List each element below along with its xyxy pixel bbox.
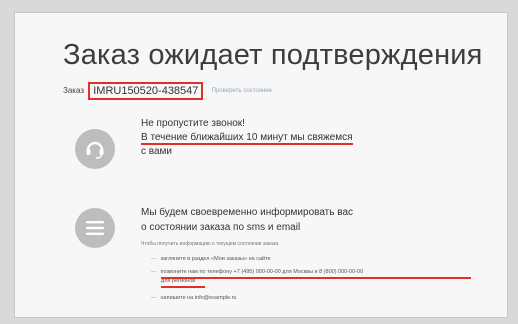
order-confirmation-panel: Заказ ожидает подтверждения Заказ IMRU15… (14, 12, 508, 318)
info-notice-line2: о состоянии заказа по sms и email (141, 222, 301, 233)
call-notice: Не пропустите звонок! В течение ближайши… (141, 117, 353, 159)
info-notice: Мы будем своевременно информировать вас … (141, 205, 471, 235)
info-item-regions: для регионов (161, 278, 196, 284)
order-number: IMRU150520-438547 (88, 82, 204, 100)
info-item-email[interactable]: напишите на info@example.ru (151, 295, 237, 301)
info-note: Чтобы получить информацию о текущем сост… (141, 241, 280, 247)
info-item-phone: позвоните нам по телефону +7 (495) 000-0… (151, 269, 364, 275)
regions-underline (161, 286, 205, 288)
call-notice-line1: Не пропустите звонок! (141, 118, 245, 129)
info-notice-line1: Мы будем своевременно информировать вас (141, 207, 354, 218)
order-info-line: Заказ IMRU150520-438547 Проверить состоя… (63, 82, 272, 100)
call-notice-line2: В течение ближайших 10 минут мы свяжемся (141, 132, 353, 145)
menu-lines-icon (75, 208, 115, 248)
page-title: Заказ ожидает подтверждения (63, 39, 483, 71)
phone-underline (161, 277, 471, 279)
order-status-link[interactable]: Проверить состояние (212, 88, 272, 94)
phone-headset-icon (75, 129, 115, 169)
info-item-orders[interactable]: загляните в раздел «Мои заказы» на сайте (151, 256, 271, 262)
order-label: Заказ (63, 86, 84, 96)
call-notice-line3: с вами (141, 146, 173, 157)
